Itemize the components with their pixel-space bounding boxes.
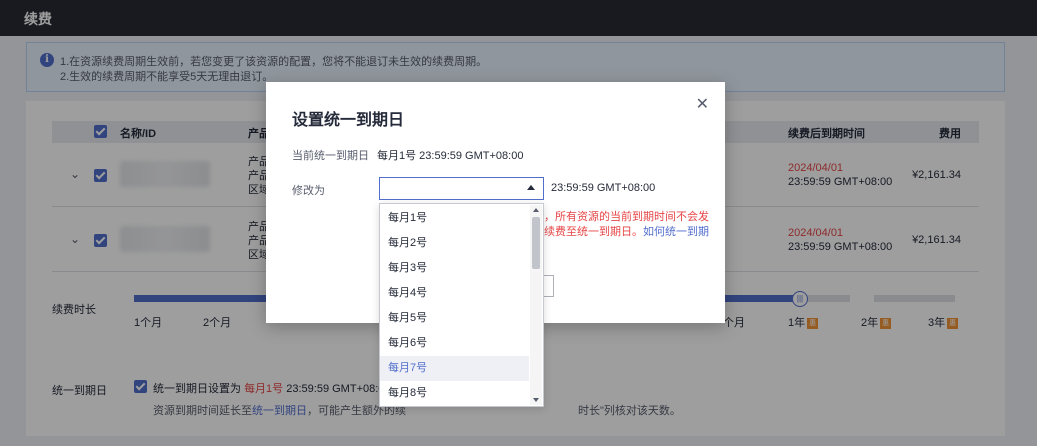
dropdown-option[interactable]: 每月1号 <box>380 206 529 231</box>
dropdown-scrollbar[interactable] <box>530 205 542 405</box>
close-icon[interactable]: ✕ <box>696 94 709 114</box>
change-label: 修改为 <box>292 185 325 197</box>
current-value: 每月1号 23:59:59 GMT+08:00 <box>377 150 524 162</box>
caret-up-icon <box>527 185 535 190</box>
how-to-unify-link[interactable]: 如何统一到期 <box>643 226 709 238</box>
day-select[interactable] <box>379 177 544 200</box>
day-dropdown[interactable]: 每月1号 每月2号 每月3号 每月4号 每月5号 每月6号 每月7号 每月8号 <box>379 203 544 407</box>
dropdown-option[interactable]: 每月2号 <box>380 231 529 256</box>
warning-text: 续费至统一到期日。 <box>544 226 643 238</box>
dropdown-option-highlighted[interactable]: 每月7号 <box>380 356 529 381</box>
dropdown-option[interactable]: 每月3号 <box>380 256 529 281</box>
dropdown-option[interactable]: 每月4号 <box>380 281 529 306</box>
scroll-up-icon[interactable] <box>533 208 539 212</box>
dropdown-option[interactable]: 每月5号 <box>380 306 529 331</box>
dropdown-option[interactable]: 每月8号 <box>380 381 529 406</box>
warning-line-1: ，所有资源的当前到期时间不会发 <box>544 211 709 223</box>
scroll-thumb[interactable] <box>532 217 540 269</box>
select-time-suffix: 23:59:59 GMT+08:00 <box>551 182 656 194</box>
dialog-button-edge[interactable] <box>544 275 554 297</box>
warning-line-2: 续费至统一到期日。如何统一到期 <box>544 223 709 239</box>
dropdown-option[interactable]: 每月6号 <box>380 331 529 356</box>
current-label: 当前统一到期日 <box>292 150 369 162</box>
scroll-down-icon[interactable] <box>533 398 539 402</box>
dialog-title: 设置统一到期日 <box>292 112 405 129</box>
